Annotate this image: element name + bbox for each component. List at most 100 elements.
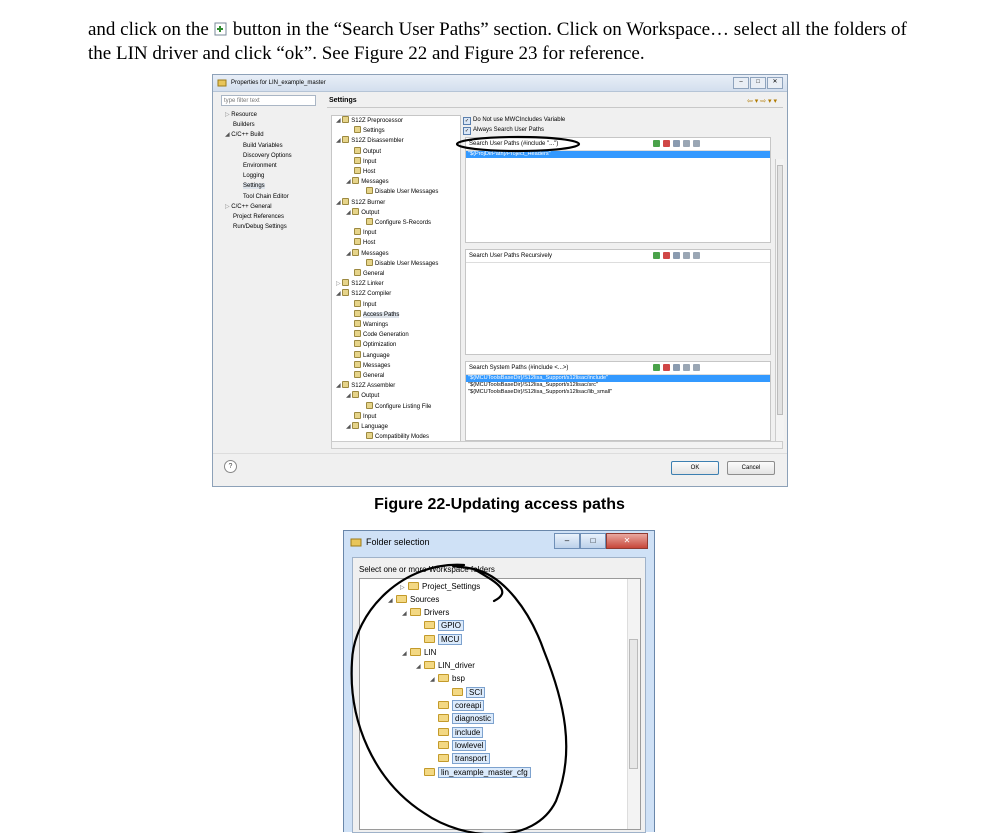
tree-item[interactable]: Settings <box>363 128 385 134</box>
nav-discovery-options[interactable]: Discovery Options <box>243 153 292 159</box>
tool-icon <box>354 299 361 307</box>
paragraph-part1: and click on the <box>88 19 209 40</box>
tool-icon <box>342 197 350 205</box>
close-button[interactable]: ✕ <box>606 533 648 549</box>
tree-item[interactable]: Output <box>361 210 379 216</box>
tree-item[interactable]: Configure S-Records <box>375 220 431 226</box>
nav-build-variables[interactable]: Build Variables <box>243 143 283 149</box>
tree-item[interactable]: Output <box>361 393 379 399</box>
tree-item[interactable]: S12Z Preprocessor <box>351 118 403 124</box>
tool-icon <box>354 238 361 246</box>
edit-path-icon[interactable] <box>673 252 680 259</box>
remove-path-icon[interactable] <box>663 140 670 147</box>
tool-icon <box>366 401 373 409</box>
tree-item-access-paths[interactable]: Access Paths <box>363 311 400 318</box>
system-path-row[interactable]: "${MCUToolsBaseDir}/S12lisa_Support/s12l… <box>466 389 770 396</box>
tree-item[interactable]: Messages <box>361 251 388 257</box>
paragraph-part2: button in the “Search User Paths” sectio… <box>88 19 907 64</box>
vertical-scrollbar[interactable] <box>775 159 784 441</box>
tool-icon <box>342 116 350 123</box>
tool-settings-tree: ◢ S12Z Preprocessor Settings ◢ S12Z Disa… <box>331 115 461 443</box>
tree-item[interactable]: Input <box>363 302 376 308</box>
tree-item[interactable]: Language <box>361 424 388 430</box>
tool-icon <box>352 207 360 215</box>
remove-path-icon[interactable] <box>663 364 670 371</box>
tree-item[interactable]: Disable User Messages <box>375 189 438 195</box>
edit-path-icon[interactable] <box>673 140 680 147</box>
move-up-icon[interactable] <box>683 140 690 147</box>
nav-cc-build[interactable]: C/C++ Build <box>231 132 263 138</box>
nav-tool-chain-editor[interactable]: Tool Chain Editor <box>243 194 289 200</box>
tool-icon <box>354 371 361 379</box>
move-up-icon[interactable] <box>683 252 690 259</box>
tree-item[interactable]: Input <box>363 159 376 165</box>
tree-item[interactable]: Messages <box>363 363 390 369</box>
tree-item[interactable]: Compatibility Modes <box>375 434 429 440</box>
tree-item[interactable]: Optimization <box>363 342 396 348</box>
tree-item[interactable]: General <box>363 373 384 379</box>
nav-settings[interactable]: Settings <box>243 183 265 190</box>
move-down-icon[interactable] <box>693 364 700 371</box>
tree-item[interactable]: S12Z Compiler <box>351 291 391 297</box>
tree-item[interactable]: Language <box>363 353 390 359</box>
tree-item[interactable]: Host <box>363 169 375 175</box>
minimize-button[interactable]: – <box>733 77 749 89</box>
tool-icon <box>342 136 350 144</box>
add-path-icon[interactable] <box>653 364 660 371</box>
tree-item[interactable]: S12Z Linker <box>351 281 383 287</box>
edit-path-icon[interactable] <box>673 364 680 371</box>
tool-icon <box>354 167 361 175</box>
nav-arrows-icon[interactable]: ⇦ ▾ ⇨ ▾ ▾ <box>747 97 777 105</box>
project-icon <box>217 79 227 87</box>
tree-item[interactable]: Warnings <box>363 322 388 328</box>
nav-project-references[interactable]: Project References <box>233 214 284 220</box>
tree-item[interactable]: S12Z Burner <box>351 200 385 206</box>
tool-icon <box>354 350 361 358</box>
tree-item[interactable]: Configure Listing File <box>375 404 431 410</box>
nav-cc-general[interactable]: C/C++ General <box>231 204 271 210</box>
cancel-button[interactable]: Cancel <box>727 461 775 475</box>
nav-logging[interactable]: Logging <box>243 173 264 179</box>
minimize-button[interactable]: – <box>554 533 580 549</box>
highlight-ellipse <box>455 135 581 153</box>
move-down-icon[interactable] <box>693 140 700 147</box>
filter-input[interactable]: type filter text <box>221 95 316 106</box>
nav-environment[interactable]: Environment <box>243 163 277 169</box>
tool-icon <box>352 422 360 430</box>
move-down-icon[interactable] <box>693 252 700 259</box>
remove-path-icon[interactable] <box>663 252 670 259</box>
maximize-button[interactable]: □ <box>580 533 606 549</box>
checkbox-label: Do Not use MWCIncludes Variable <box>473 117 566 123</box>
nav-builders[interactable]: Builders <box>233 122 255 128</box>
tree-item[interactable]: Host <box>363 240 375 246</box>
system-path-row[interactable]: "${MCUToolsBaseDir}/S12lisa_Support/s12l… <box>466 375 770 382</box>
properties-titlebar: Properties for LIN_example_master – □ ✕ <box>213 75 787 92</box>
properties-title: Properties for LIN_example_master <box>231 80 326 86</box>
tool-icon <box>354 360 361 368</box>
tree-item[interactable]: Output <box>363 149 381 155</box>
horizontal-scrollbar[interactable] <box>331 441 783 449</box>
recursive-paths-box: Search User Paths Recursively <box>465 249 771 355</box>
move-up-icon[interactable] <box>683 364 690 371</box>
settings-heading: Settings <box>329 97 357 104</box>
tree-item[interactable]: S12Z Assembler <box>351 383 395 389</box>
tree-item[interactable]: General <box>363 271 384 277</box>
tree-item[interactable]: Messages <box>361 179 388 185</box>
tree-item[interactable]: S12Z Disassembler <box>351 138 403 144</box>
add-path-icon[interactable] <box>653 140 660 147</box>
tree-item[interactable]: Disable User Messages <box>375 261 438 267</box>
help-icon[interactable]: ? <box>224 460 237 473</box>
highlight-freehand-loop <box>350 563 568 833</box>
checkbox-no-mwcincludes[interactable]: ✓ Do Not use MWCIncludes Variable <box>463 115 783 125</box>
tree-item[interactable]: Input <box>363 230 376 236</box>
tool-icon <box>354 411 361 419</box>
close-button[interactable]: ✕ <box>767 77 783 89</box>
add-path-icon[interactable] <box>653 252 660 259</box>
nav-run-debug-settings[interactable]: Run/Debug Settings <box>233 224 287 230</box>
maximize-button[interactable]: □ <box>750 77 766 89</box>
system-path-row[interactable]: "${MCUToolsBaseDir}/S12lisa_Support/s12l… <box>466 382 770 389</box>
tree-item[interactable]: Code Generation <box>363 332 409 338</box>
ok-button[interactable]: OK <box>671 461 719 475</box>
tree-item[interactable]: Input <box>363 414 376 420</box>
nav-resource[interactable]: Resource <box>231 112 257 118</box>
